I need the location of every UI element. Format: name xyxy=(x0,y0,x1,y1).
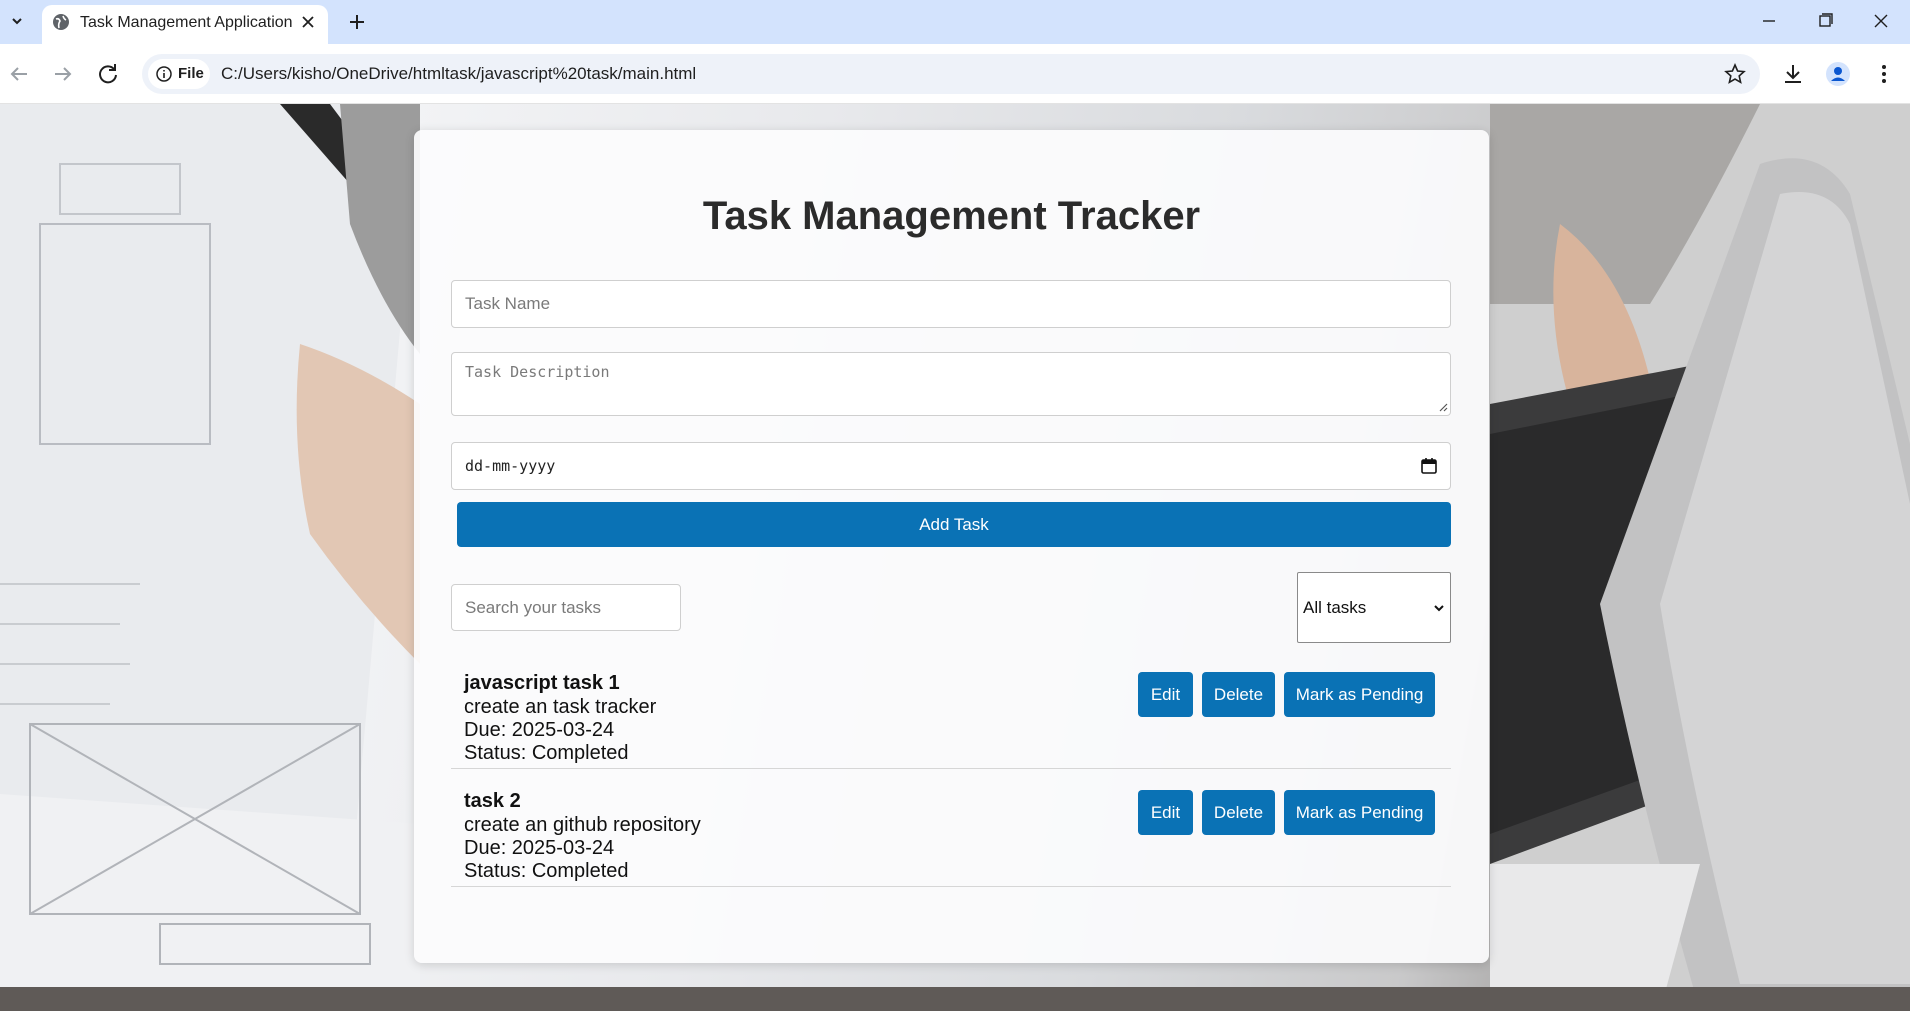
chevron-down-icon xyxy=(1434,605,1444,612)
mark-pending-button[interactable]: Mark as Pending xyxy=(1284,790,1435,835)
address-bar[interactable]: File C:/Users/kisho/OneDrive/htmltask/ja… xyxy=(142,54,1760,94)
browser-tab[interactable]: Task Management Application xyxy=(42,5,328,44)
minimize-icon[interactable] xyxy=(1754,8,1784,34)
bookmark-star-icon[interactable] xyxy=(1724,63,1746,85)
due-date-input[interactable]: dd-mm-yyyy xyxy=(451,442,1451,490)
chip-label: File xyxy=(178,65,204,82)
browser-tab-strip: Task Management Application xyxy=(0,0,1910,44)
task-name-input[interactable] xyxy=(451,280,1451,328)
add-task-button[interactable]: Add Task xyxy=(457,502,1451,547)
download-icon[interactable] xyxy=(1779,60,1807,88)
edit-button[interactable]: Edit xyxy=(1138,790,1193,835)
close-window-icon[interactable] xyxy=(1866,8,1896,34)
due-date-value: dd-mm-yyyy xyxy=(465,457,556,475)
mark-pending-button[interactable]: Mark as Pending xyxy=(1284,672,1435,717)
url-text: C:/Users/kisho/OneDrive/htmltask/javascr… xyxy=(221,64,697,83)
search-input[interactable] xyxy=(451,584,681,631)
delete-button[interactable]: Delete xyxy=(1202,672,1275,717)
task-description-input[interactable] xyxy=(451,352,1451,416)
task-name: javascript task 1 xyxy=(464,672,620,694)
background-bottom-strip xyxy=(0,987,1910,1011)
task-due-date: Due: 2025-03-24 xyxy=(464,837,615,859)
edit-button[interactable]: Edit xyxy=(1138,672,1193,717)
delete-button[interactable]: Delete xyxy=(1202,790,1275,835)
profile-avatar-icon[interactable] xyxy=(1824,60,1852,88)
new-tab-icon[interactable] xyxy=(344,9,370,35)
status-filter-select[interactable]: All tasks xyxy=(1297,572,1451,643)
close-icon[interactable] xyxy=(298,12,318,32)
task-item: javascript task 1 create an task tracker… xyxy=(451,651,1451,769)
page-viewport: Task Management Tracker dd-mm-yyyy Add T… xyxy=(0,104,1910,1011)
tab-title: Task Management Application xyxy=(80,14,293,31)
resize-grip-icon[interactable] xyxy=(1438,402,1448,412)
task-due-date: Due: 2025-03-24 xyxy=(464,719,615,741)
calendar-icon[interactable] xyxy=(1420,457,1438,475)
filter-selected-value: All tasks xyxy=(1303,598,1367,617)
page-title: Task Management Tracker xyxy=(702,194,1201,238)
info-icon xyxy=(156,66,172,82)
task-status: Status: Completed xyxy=(464,742,629,764)
site-info-chip[interactable]: File xyxy=(148,59,210,89)
forward-icon[interactable] xyxy=(49,60,77,88)
task-description: create an task tracker xyxy=(464,696,657,718)
tab-search-button[interactable] xyxy=(6,8,28,34)
task-item: task 2 create an github repository Due: … xyxy=(451,769,1451,887)
browser-toolbar: File C:/Users/kisho/OneDrive/htmltask/ja… xyxy=(0,44,1910,104)
task-tracker-card: Task Management Tracker dd-mm-yyyy Add T… xyxy=(414,130,1489,963)
restore-icon[interactable] xyxy=(1810,8,1840,34)
chevron-down-icon xyxy=(12,18,22,25)
back-icon[interactable] xyxy=(5,60,33,88)
more-menu-icon[interactable] xyxy=(1870,60,1898,88)
reload-icon[interactable] xyxy=(94,60,122,88)
task-name: task 2 xyxy=(464,790,521,812)
globe-icon xyxy=(53,14,69,30)
task-description: create an github repository xyxy=(464,814,701,836)
task-status: Status: Completed xyxy=(464,860,629,882)
